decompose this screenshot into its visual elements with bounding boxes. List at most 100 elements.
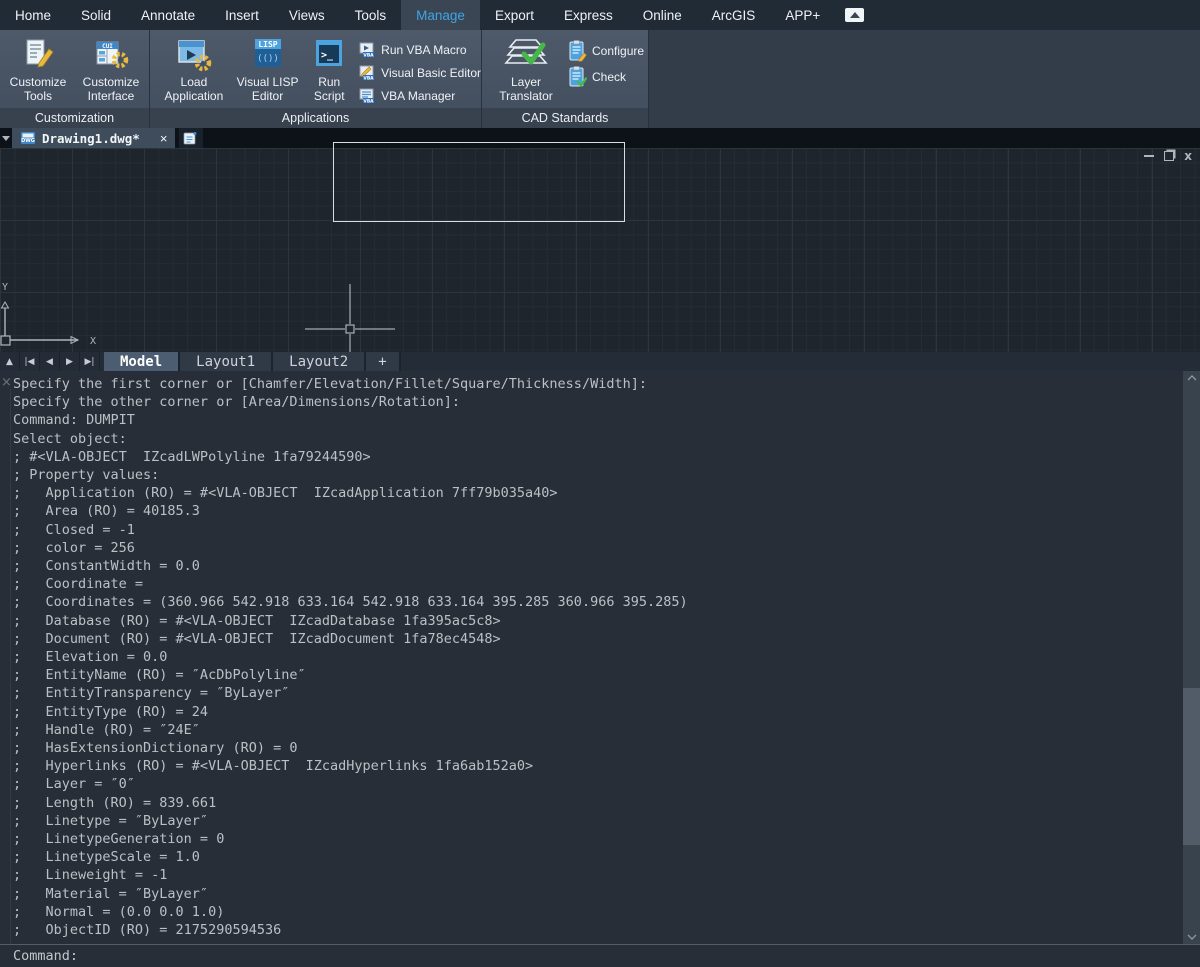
customize-interface-icon: CUI xyxy=(93,36,129,74)
close-icon[interactable]: x xyxy=(1184,151,1192,161)
vba-manager-button[interactable]: VBA VBA Manager xyxy=(359,84,481,107)
command-prompt-text: Command: xyxy=(13,948,78,964)
dwg-file-icon: DWG xyxy=(20,131,36,145)
customize-interface-button[interactable]: CUI Customize Interface xyxy=(74,36,148,103)
menu-tab-solid[interactable]: Solid xyxy=(66,0,126,30)
svg-text:X: X xyxy=(90,336,96,347)
panel-label-cad-standards: CAD Standards xyxy=(482,108,648,128)
drawing-canvas[interactable]: Y X x xyxy=(0,148,1200,352)
svg-text:LISP: LISP xyxy=(258,40,277,49)
document-tab-drawing1[interactable]: DWG Drawing1.dwg* × xyxy=(12,128,175,148)
ribbon-collapse-icon xyxy=(845,8,864,22)
visual-lisp-editor-icon: LISP (()) xyxy=(250,36,286,74)
menu-tab-annotate[interactable]: Annotate xyxy=(126,0,210,30)
cad-application-window: Home Solid Annotate Insert Views Tools M… xyxy=(0,0,1200,967)
tab-layout2[interactable]: Layout2 xyxy=(273,352,366,371)
menu-tab-manage[interactable]: Manage xyxy=(401,0,480,30)
load-application-label: Load Application xyxy=(158,76,230,103)
scroll-down-icon[interactable] xyxy=(1183,930,1200,944)
configure-label: Configure xyxy=(592,44,644,58)
svg-text:(()): (()) xyxy=(257,54,279,64)
command-input-line[interactable]: Command: xyxy=(0,944,1200,967)
tab-model[interactable]: Model xyxy=(104,352,180,371)
svg-text:CUI: CUI xyxy=(102,43,113,50)
svg-text:DWG: DWG xyxy=(21,138,35,144)
svg-text:>_: >_ xyxy=(321,50,334,61)
next-layout-button[interactable]: ▶ xyxy=(60,352,80,371)
customize-tools-icon xyxy=(21,36,55,74)
menu-tab-tools[interactable]: Tools xyxy=(340,0,402,30)
menu-tab-express[interactable]: Express xyxy=(549,0,628,30)
menu-tab-arcgis[interactable]: ArcGIS xyxy=(697,0,771,30)
menu-tab-insert[interactable]: Insert xyxy=(210,0,274,30)
document-tab-close-icon[interactable]: × xyxy=(160,131,168,146)
last-layout-button[interactable]: ▶| xyxy=(80,352,100,371)
ribbon-panel-customization: Customize Tools CUI xyxy=(0,30,150,128)
scrollbar-thumb[interactable] xyxy=(1183,688,1200,845)
ribbon-empty-area xyxy=(649,30,1200,128)
previous-layout-button[interactable]: ◀ xyxy=(40,352,60,371)
layout-panel-expand-button[interactable]: ▲ xyxy=(0,352,20,371)
visual-lisp-editor-button[interactable]: LISP (()) Visual LISP Editor xyxy=(230,36,305,103)
check-icon xyxy=(568,66,587,88)
document-list-dropdown[interactable] xyxy=(0,128,12,148)
ucs-icon: Y X xyxy=(0,280,110,350)
menu-tab-online[interactable]: Online xyxy=(628,0,697,30)
layer-translator-button[interactable]: Layer Translator xyxy=(486,36,566,103)
command-history-text: Specify the first corner or [Chamfer/Ele… xyxy=(13,375,688,939)
command-panel-close-icon[interactable]: × xyxy=(1,375,12,390)
run-vba-macro-icon: VBA xyxy=(359,42,376,58)
menu-tab-home[interactable]: Home xyxy=(0,0,66,30)
new-document-icon xyxy=(183,131,199,145)
layer-translator-label: Layer Translator xyxy=(486,76,566,103)
svg-text:VBA: VBA xyxy=(364,75,375,81)
layout-tab-bar: ▲ |◀ ◀ ▶ ▶| Model Layout1 Layout2 + xyxy=(0,352,1200,371)
configure-icon xyxy=(568,40,587,62)
vba-manager-icon: VBA xyxy=(359,88,376,104)
panel-label-applications: Applications xyxy=(150,108,481,128)
svg-text:VBA: VBA xyxy=(364,98,375,104)
customize-tools-label: Customize Tools xyxy=(2,76,74,103)
customize-interface-label: Customize Interface xyxy=(74,76,148,103)
restore-icon[interactable] xyxy=(1164,151,1174,161)
visual-basic-editor-button[interactable]: VBA Visual Basic Editor xyxy=(359,61,481,84)
add-layout-button[interactable]: + xyxy=(366,352,400,371)
svg-text:VBA: VBA xyxy=(364,52,375,58)
check-label: Check xyxy=(592,70,626,84)
run-script-button[interactable]: >_ Run Script xyxy=(305,36,353,103)
minimize-icon[interactable] xyxy=(1144,155,1154,157)
visual-basic-editor-label: Visual Basic Editor xyxy=(381,66,481,80)
ribbon: Customize Tools CUI xyxy=(0,30,1200,128)
new-document-button[interactable] xyxy=(179,128,203,148)
document-tab-label: Drawing1.dwg* xyxy=(42,131,140,146)
vba-manager-label: VBA Manager xyxy=(381,89,455,103)
run-vba-macro-button[interactable]: VBA Run VBA Macro xyxy=(359,38,481,61)
run-vba-macro-label: Run VBA Macro xyxy=(381,43,466,57)
visual-basic-editor-icon: VBA xyxy=(359,65,376,81)
menu-tab-export[interactable]: Export xyxy=(480,0,549,30)
menu-bar: Home Solid Annotate Insert Views Tools M… xyxy=(0,0,1200,30)
scroll-up-icon[interactable] xyxy=(1183,371,1200,385)
first-layout-button[interactable]: |◀ xyxy=(20,352,40,371)
customize-tools-button[interactable]: Customize Tools xyxy=(2,36,74,103)
drawn-rectangle-polyline xyxy=(333,142,625,222)
run-script-label: Run Script xyxy=(305,76,353,103)
tab-layout1[interactable]: Layout1 xyxy=(180,352,273,371)
menu-tab-app-plus[interactable]: APP+ xyxy=(770,0,835,30)
menu-tab-views[interactable]: Views xyxy=(274,0,340,30)
viewport-window-controls: x xyxy=(1144,151,1192,161)
ribbon-panel-applications: Load Application LISP (()) Visual LISP E… xyxy=(150,30,482,128)
load-application-button[interactable]: Load Application xyxy=(158,36,230,103)
check-button[interactable]: Check xyxy=(568,64,644,90)
run-script-icon: >_ xyxy=(312,36,346,74)
command-history-panel[interactable]: × Specify the first corner or [Chamfer/E… xyxy=(0,371,1200,944)
command-panel-divider xyxy=(10,389,11,944)
visual-lisp-editor-label: Visual LISP Editor xyxy=(230,76,305,103)
svg-text:Y: Y xyxy=(2,282,8,293)
load-application-icon xyxy=(176,36,212,74)
ribbon-panel-cad-standards: Layer Translator Configure xyxy=(482,30,649,128)
panel-label-customization: Customization xyxy=(0,108,149,128)
configure-button[interactable]: Configure xyxy=(568,38,644,64)
ribbon-collapse-button[interactable] xyxy=(845,0,864,30)
command-scrollbar[interactable] xyxy=(1183,371,1200,944)
